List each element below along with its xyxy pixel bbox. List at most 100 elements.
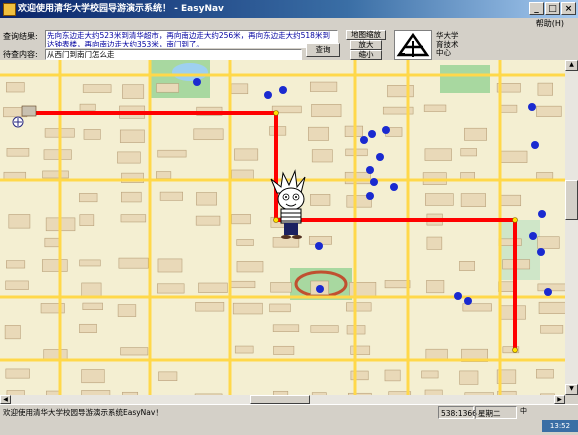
minimize-button[interactable]: _ <box>529 2 544 15</box>
building-block <box>421 370 439 379</box>
building-block <box>82 302 103 310</box>
campus-map[interactable] <box>0 60 565 395</box>
building-block <box>346 302 372 312</box>
building-block <box>234 345 254 354</box>
building-block <box>459 261 475 271</box>
building-block <box>79 214 95 226</box>
building-block <box>344 171 371 185</box>
zoom-in-button[interactable]: 放大 <box>350 40 382 50</box>
building-block <box>500 150 528 163</box>
logo-text: 华大学 育技术 中心 <box>436 31 476 58</box>
building-block <box>311 149 333 163</box>
scroll-thumb[interactable] <box>250 395 310 404</box>
poi-marker-icon[interactable] <box>537 248 545 256</box>
app-icon <box>3 3 16 16</box>
building-block <box>157 258 183 273</box>
poi-marker-icon[interactable] <box>264 91 272 99</box>
building-block <box>119 129 145 143</box>
poi-marker-icon[interactable] <box>464 297 472 305</box>
coordinates: 538:1366 <box>438 406 477 419</box>
building-block <box>196 192 217 206</box>
map-canvas[interactable] <box>0 60 565 395</box>
building-block <box>537 82 553 96</box>
building-block <box>195 302 225 312</box>
poi-marker-icon[interactable] <box>382 126 390 134</box>
building-block <box>231 83 249 95</box>
building-block <box>499 305 526 320</box>
building-block <box>311 104 342 118</box>
taskbar: 13:52 <box>0 420 578 432</box>
building-block <box>156 283 185 294</box>
logo-mark <box>396 32 430 57</box>
green-area <box>500 220 540 280</box>
poi-marker-icon[interactable] <box>279 86 287 94</box>
poi-marker-icon[interactable] <box>366 166 374 174</box>
building-block <box>500 104 518 113</box>
building-block <box>83 129 101 140</box>
poi-marker-icon[interactable] <box>528 103 536 111</box>
poi-marker-icon[interactable] <box>544 288 552 296</box>
poi-marker-icon[interactable] <box>370 178 378 186</box>
route-node <box>273 217 279 223</box>
scroll-right-icon[interactable]: ▶ <box>554 395 565 404</box>
poi-marker-icon[interactable] <box>315 242 323 250</box>
building-block <box>234 148 259 161</box>
scroll-thumb[interactable] <box>565 180 578 220</box>
zoom-out-button[interactable]: 缩小 <box>350 50 382 60</box>
route-node <box>273 110 279 116</box>
building-block <box>460 148 477 157</box>
poi-marker-icon[interactable] <box>390 183 398 191</box>
building-block <box>423 104 447 112</box>
building-block <box>158 371 178 381</box>
poi-marker-icon[interactable] <box>366 192 374 200</box>
ime-indicator[interactable]: 中 <box>520 406 527 416</box>
maximize-button[interactable]: □ <box>545 2 560 15</box>
building-block <box>156 171 172 179</box>
building-block <box>384 280 411 289</box>
building-block <box>122 84 145 99</box>
building-block <box>345 148 368 157</box>
building-block <box>117 151 141 164</box>
query-label: 待查内容: <box>3 50 38 59</box>
building-block <box>540 325 564 334</box>
query-button[interactable]: 查询 <box>306 43 340 57</box>
poi-marker-icon[interactable] <box>193 78 201 86</box>
poi-marker-icon[interactable] <box>529 232 537 240</box>
building-block <box>232 302 263 315</box>
building-block <box>424 148 452 161</box>
close-button[interactable]: × <box>561 2 576 15</box>
building-block <box>460 193 486 207</box>
poi-marker-icon[interactable] <box>454 292 462 300</box>
poi-marker-icon[interactable] <box>531 141 539 149</box>
building-block <box>425 348 448 360</box>
vertical-scrollbar[interactable]: ▲ ▼ <box>565 60 578 395</box>
building-block <box>236 239 254 246</box>
poi-marker-icon[interactable] <box>368 130 376 138</box>
result-textbox[interactable]: 先向东边走大约523米到清华超市，再向南边走大约256米，再向东边走大约518米… <box>45 30 338 48</box>
west-gate-icon[interactable] <box>12 116 24 128</box>
logo-text-line: 中心 <box>436 48 451 57</box>
building-block <box>269 303 291 313</box>
poi-marker-icon[interactable] <box>538 210 546 218</box>
poi-marker-icon[interactable] <box>376 153 384 161</box>
building-block <box>120 347 149 356</box>
query-panel: 查询结果: 先向东边走大约523米到清华超市，再向南边走大约256米，再向东边走… <box>0 30 578 60</box>
result-label: 查询结果: <box>3 32 38 41</box>
query-input[interactable]: 从西门到南门怎么走 <box>45 49 302 60</box>
scroll-left-icon[interactable]: ◀ <box>0 395 11 404</box>
building-block <box>157 149 187 158</box>
horizontal-scrollbar[interactable]: ◀ ▶ <box>0 395 565 404</box>
scroll-up-icon[interactable]: ▲ <box>565 60 578 71</box>
scroll-down-icon[interactable]: ▼ <box>565 384 578 395</box>
building-block <box>425 193 454 206</box>
menu-help[interactable]: 帮助(H) <box>536 18 564 30</box>
building-block <box>41 259 68 272</box>
pond <box>172 63 208 81</box>
poi-marker-icon[interactable] <box>360 136 368 144</box>
building-block <box>42 170 69 179</box>
building-block <box>6 260 26 269</box>
building-block <box>230 280 256 289</box>
poi-marker-icon[interactable] <box>316 285 324 293</box>
building-block <box>81 369 105 384</box>
route-node <box>512 217 518 223</box>
